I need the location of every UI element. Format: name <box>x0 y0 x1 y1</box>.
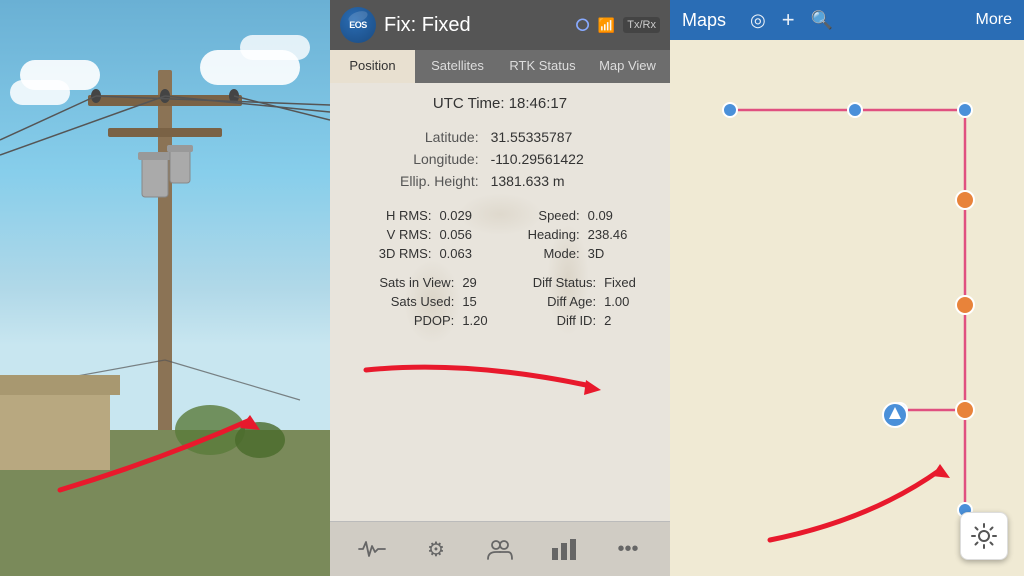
bluetooth-icon: ⭘︎ <box>575 15 589 36</box>
tab-rtk-status[interactable]: RTK Status <box>500 50 585 83</box>
maps-title: Maps <box>682 10 726 31</box>
latitude-label: Latitude: <box>346 126 485 148</box>
diff-id-label: Diff ID: <box>503 311 600 330</box>
eos-app-panel: EOS Fix: Fixed ⭘︎ 📶 Tx/Rx Position Satel… <box>330 0 670 576</box>
red-arrow-center <box>346 340 654 400</box>
ellip-height-value: 1381.633 m <box>485 170 654 192</box>
utc-time: UTC Time: 18:46:17 <box>346 95 654 112</box>
app-header: EOS Fix: Fixed ⭘︎ 📶 Tx/Rx <box>330 0 670 50</box>
stats-table: H RMS: 0.029 Speed: 0.09 V RMS: 0.056 He… <box>346 206 654 263</box>
position-content: UTC Time: 18:46:17 Latitude: 31.55335787… <box>330 83 670 521</box>
ellipsis-icon[interactable]: ••• <box>612 533 644 565</box>
mode-value: 3D <box>584 244 654 263</box>
tx-rx-label: Tx/Rx <box>623 17 660 33</box>
satellite-table: Sats in View: 29 Diff Status: Fixed Sats… <box>346 273 654 330</box>
add-icon[interactable]: + <box>782 7 795 33</box>
diff-status-value: Fixed <box>600 273 654 292</box>
sats-used-value: 15 <box>458 292 503 311</box>
search-icon[interactable]: 🔍 <box>811 10 833 31</box>
diff-status-label: Diff Status: <box>503 273 600 292</box>
map-area[interactable] <box>670 40 1024 576</box>
bluetooth-symbol: 📶 <box>598 17 615 34</box>
target-icon[interactable]: ◎ <box>750 10 766 31</box>
floating-gear-button[interactable] <box>960 512 1008 560</box>
pdop-value: 1.20 <box>458 311 503 330</box>
h-rms-value: 0.029 <box>435 206 495 225</box>
diff-age-value: 1.00 <box>600 292 654 311</box>
heart-rate-icon[interactable] <box>356 533 388 565</box>
latitude-value: 31.55335787 <box>485 126 654 148</box>
v-rms-value: 0.056 <box>435 225 495 244</box>
more-button[interactable]: More <box>976 11 1012 29</box>
pdop-label: PDOP: <box>346 311 458 330</box>
h-rms-label: H RMS: <box>346 206 435 225</box>
photo-panel <box>0 0 330 576</box>
chart-icon[interactable] <box>548 533 580 565</box>
mode-label: Mode: <box>495 244 583 263</box>
app-bottom-bar: ⚙ ••• <box>330 521 670 576</box>
heading-label: Heading: <box>495 225 583 244</box>
sats-in-view-value: 29 <box>458 273 503 292</box>
gear-icon[interactable]: ⚙ <box>420 533 452 565</box>
tab-satellites[interactable]: Satellites <box>415 50 500 83</box>
map-top-bar: Maps ◎ + 🔍 More <box>670 0 1024 40</box>
tab-map-view[interactable]: Map View <box>585 50 670 83</box>
3d-rms-label: 3D RMS: <box>346 244 435 263</box>
coordinates-table: Latitude: 31.55335787 Longitude: -110.29… <box>346 126 654 192</box>
tabs-bar: Position Satellites RTK Status Map View <box>330 50 670 83</box>
ellip-height-label: Ellip. Height: <box>346 170 485 192</box>
longitude-value: -110.29561422 <box>485 148 654 170</box>
diff-age-label: Diff Age: <box>503 292 600 311</box>
eos-logo: EOS <box>340 7 376 43</box>
sats-used-label: Sats Used: <box>346 292 458 311</box>
people-icon[interactable] <box>484 533 516 565</box>
fix-status-title: Fix: Fixed <box>384 14 567 37</box>
v-rms-label: V RMS: <box>346 225 435 244</box>
tab-position[interactable]: Position <box>330 50 415 83</box>
3d-rms-value: 0.063 <box>435 244 495 263</box>
diff-id-value: 2 <box>600 311 654 330</box>
speed-value: 0.09 <box>584 206 654 225</box>
speed-label: Speed: <box>495 206 583 225</box>
cloud-decoration <box>10 80 70 105</box>
map-svg <box>670 40 1024 576</box>
heading-value: 238.46 <box>584 225 654 244</box>
longitude-label: Longitude: <box>346 148 485 170</box>
cloud-decoration <box>240 35 310 60</box>
sats-in-view-label: Sats in View: <box>346 273 458 292</box>
map-panel: Maps ◎ + 🔍 More <box>670 0 1024 576</box>
